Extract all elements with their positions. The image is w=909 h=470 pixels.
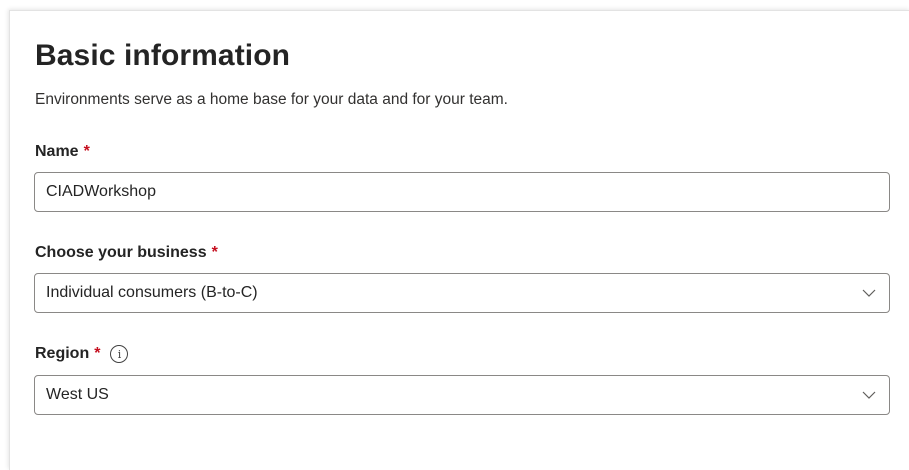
required-marker: * — [94, 345, 101, 362]
business-label-text: Choose your business — [35, 244, 207, 261]
chevron-down-icon[interactable] — [861, 286, 877, 300]
business-selected-value: Individual consumers (B-to-C) — [46, 284, 258, 301]
region-dropdown[interactable]: West US — [34, 375, 890, 415]
name-input[interactable] — [46, 183, 889, 201]
basic-information-panel: Basic information Environments serve as … — [9, 10, 909, 470]
region-selected-value: West US — [46, 386, 109, 403]
required-marker: * — [83, 143, 90, 160]
page-title: Basic information — [35, 39, 291, 72]
business-label: Choose your business * — [35, 244, 218, 262]
region-label-text: Region — [35, 345, 90, 362]
name-label: Name * — [35, 143, 90, 161]
page-description: Environments serve as a home base for yo… — [35, 91, 508, 108]
chevron-down-icon[interactable] — [861, 388, 877, 402]
name-field[interactable] — [34, 172, 890, 212]
info-icon[interactable]: i — [110, 345, 129, 363]
required-marker: * — [211, 244, 218, 261]
name-label-text: Name — [35, 143, 79, 160]
business-dropdown[interactable]: Individual consumers (B-to-C) — [34, 273, 890, 313]
region-label: Region * i — [35, 345, 129, 363]
